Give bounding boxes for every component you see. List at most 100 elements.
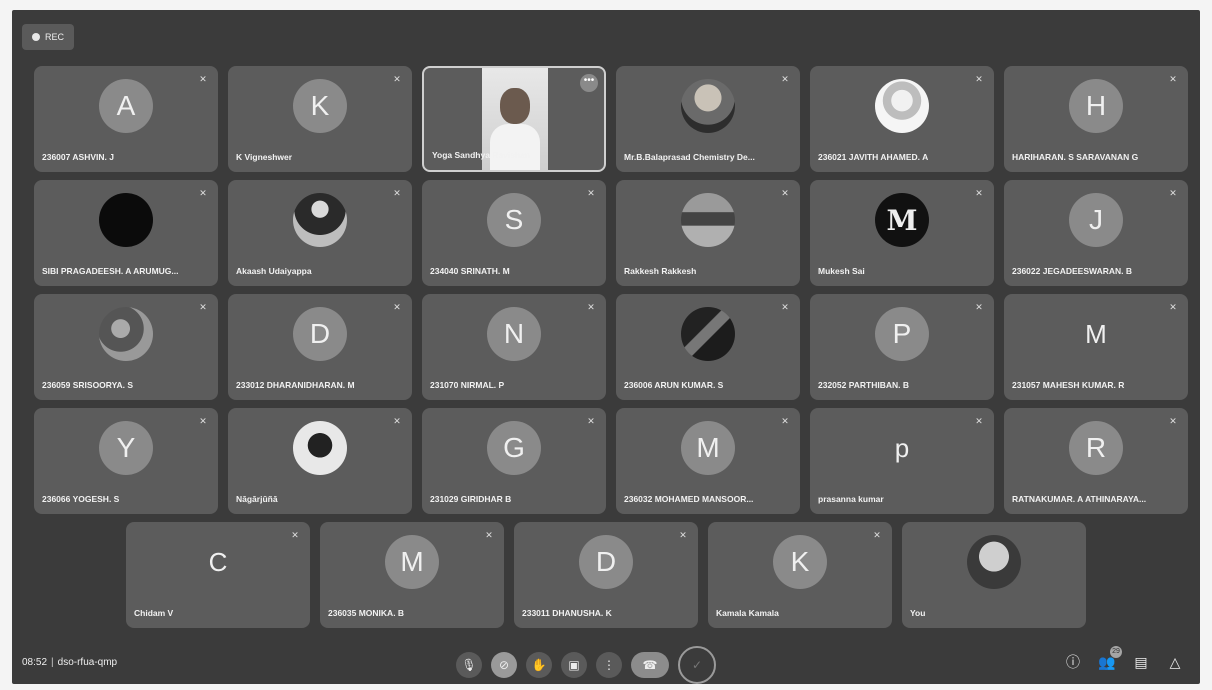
participant-tile[interactable]: H ✕ HARIHARAN. S SARAVANAN G xyxy=(1004,66,1188,172)
meeting-info: 08:52 | dso-rfua-qmp xyxy=(22,657,117,668)
mic-off-icon: ✕ xyxy=(781,416,789,426)
mic-off-icon: ✕ xyxy=(199,416,207,426)
participant-tile[interactable]: A ✕ 236007 ASHVIN. J xyxy=(34,66,218,172)
participant-tile[interactable]: K ✕ Kamala Kamala xyxy=(708,522,892,628)
avatar: M xyxy=(1085,318,1107,349)
info-button[interactable]: ⓘ xyxy=(1064,652,1082,672)
participant-tile[interactable]: P ✕ 232052 PARTHIBAN. B xyxy=(810,294,994,400)
participant-tile[interactable]: G ✕ 231029 GIRIDHAR B xyxy=(422,408,606,514)
participant-tile[interactable]: K ✕ K Vigneshwer xyxy=(228,66,412,172)
mic-off-icon: ✕ xyxy=(975,416,983,426)
participant-tile-active-video[interactable]: ••• Yoga Sandhya Ravishan xyxy=(422,66,606,172)
participant-name: 233011 DHANUSHA. K xyxy=(522,608,612,618)
avatar: M xyxy=(681,421,735,475)
participant-tile[interactable]: C ✕ Chidam V xyxy=(126,522,310,628)
mic-off-icon: ✕ xyxy=(291,530,299,540)
leave-call-button[interactable]: ☎ xyxy=(631,652,669,678)
participant-tile[interactable]: ✕ Mr.B.Balaprasad Chemistry De... xyxy=(616,66,800,172)
avatar-photo xyxy=(681,79,735,133)
check-icon: ✓ xyxy=(691,658,703,672)
participant-name: 231057 MAHESH KUMAR. R xyxy=(1012,380,1125,390)
mic-off-icon: ✕ xyxy=(587,302,595,312)
participants-count-badge: 29 xyxy=(1110,645,1122,658)
mic-off-icon: ✕ xyxy=(1169,74,1177,84)
phone-hangup-icon: ☎ xyxy=(642,658,658,672)
participant-name: 236021 JAVITH AHAMED. A xyxy=(818,152,929,162)
participant-name: 231029 GIRIDHAR B xyxy=(430,494,512,504)
participant-tile[interactable]: ✕ Nāgārjūñā xyxy=(228,408,412,514)
participant-name: SIBI PRAGADEESH. A ARUMUG... xyxy=(42,266,179,276)
recording-indicator: REC xyxy=(22,24,75,50)
avatar-photo xyxy=(293,421,347,475)
participant-tile[interactable]: D ✕ 233012 DHARANIDHARAN. M xyxy=(228,294,412,400)
avatar: S xyxy=(487,193,541,247)
participant-name: prasanna kumar xyxy=(818,494,884,504)
microphone-icon: 🎙 xyxy=(461,658,477,672)
participant-tile[interactable]: N ✕ 231070 NIRMAL. P xyxy=(422,294,606,400)
participant-name: Rakkesh Rakkesh xyxy=(624,266,697,276)
avatar: D xyxy=(579,535,633,589)
mic-off-icon: ✕ xyxy=(781,188,789,198)
mic-off-icon: ✕ xyxy=(781,74,789,84)
mic-off-icon: ✕ xyxy=(1169,302,1177,312)
participant-name: 236006 ARUN KUMAR. S xyxy=(624,380,724,390)
participant-tile[interactable]: M ✕ 231057 MAHESH KUMAR. R xyxy=(1004,294,1188,400)
raise-hand-button[interactable]: ✋ xyxy=(526,652,552,678)
participant-tile[interactable]: D ✕ 233011 DHANUSHA. K xyxy=(514,522,698,628)
participant-tile[interactable]: p ✕ prasanna kumar xyxy=(810,408,994,514)
avatar: p xyxy=(894,432,910,463)
participant-tile[interactable]: ✕ Akaash Udaiyappa xyxy=(228,180,412,286)
participant-tile[interactable]: S ✕ 234040 SRINATH. M xyxy=(422,180,606,286)
participant-tile[interactable]: ✕ 236059 SRISOORYA. S xyxy=(34,294,218,400)
chat-button[interactable]: ▤ xyxy=(1132,654,1150,671)
camera-off-button[interactable]: ⊘ xyxy=(491,652,517,678)
mic-off-icon: ✕ xyxy=(975,188,983,198)
participant-name: Kamala Kamala xyxy=(716,608,779,618)
mic-off-icon: ✕ xyxy=(781,302,789,312)
avatar-photo xyxy=(681,193,735,247)
participant-tile[interactable]: ✕ 236021 JAVITH AHAMED. A xyxy=(810,66,994,172)
meeting-time: 08:52 xyxy=(22,656,48,668)
participant-name: 236032 MOHAMED MANSOOR... xyxy=(624,494,754,504)
participant-tile[interactable]: ✕ Rakkesh Rakkesh xyxy=(616,180,800,286)
participant-name: Akaash Udaiyappa xyxy=(236,266,312,276)
participant-name: Yoga Sandhya Ravishan xyxy=(432,150,531,160)
avatar-photo xyxy=(99,307,153,361)
participant-tile[interactable]: M ✕ 236032 MOHAMED MANSOOR... xyxy=(616,408,800,514)
mic-off-icon: ✕ xyxy=(199,302,207,312)
participant-name: Nāgārjūñā xyxy=(236,494,278,504)
more-options-button[interactable]: ⋮ xyxy=(596,652,622,678)
activities-icon: △ xyxy=(1169,653,1181,670)
confirm-button[interactable]: ✓ xyxy=(678,646,716,684)
participant-name: 234040 SRINATH. M xyxy=(430,266,510,276)
participant-name: 233012 DHARANIDHARAN. M xyxy=(236,380,355,390)
participant-name: 236022 JEGADEESWARAN. B xyxy=(1012,266,1132,276)
mic-off-icon: ✕ xyxy=(393,74,401,84)
activities-button[interactable]: △ xyxy=(1166,654,1184,671)
mic-off-icon: ✕ xyxy=(393,302,401,312)
record-dot-icon xyxy=(32,33,40,41)
avatar-photo xyxy=(875,79,929,133)
participant-tile[interactable]: M ✕ Mukesh Sai xyxy=(810,180,994,286)
participant-name: Chidam V xyxy=(134,608,174,618)
participant-tile[interactable]: Y ✕ 236066 YOGESH. S xyxy=(34,408,218,514)
participant-name: 236007 ASHVIN. J xyxy=(42,152,114,162)
self-tile[interactable]: You xyxy=(902,522,1086,628)
participant-tile[interactable]: R ✕ RATNAKUMAR. A ATHINARAYA... xyxy=(1004,408,1188,514)
mic-off-icon: ✕ xyxy=(587,416,595,426)
participant-tile[interactable]: M ✕ 236035 MONIKA. B xyxy=(320,522,504,628)
avatar: J xyxy=(1069,193,1123,247)
microphone-button[interactable]: 🎙 xyxy=(456,652,482,678)
camera-off-icon: ⊘ xyxy=(498,658,510,672)
info-separator: | xyxy=(51,656,54,668)
participant-tile[interactable]: ✕ 236006 ARUN KUMAR. S xyxy=(616,294,800,400)
participant-tile[interactable]: J ✕ 236022 JEGADEESWARAN. B xyxy=(1004,180,1188,286)
present-screen-button[interactable]: ▣ xyxy=(561,652,587,678)
mic-off-icon: ✕ xyxy=(199,188,207,198)
more-options-icon[interactable]: ••• xyxy=(580,74,598,92)
participant-name: 236059 SRISOORYA. S xyxy=(42,380,134,390)
participant-tile[interactable]: ✕ SIBI PRAGADEESH. A ARUMUG... xyxy=(34,180,218,286)
avatar: D xyxy=(293,307,347,361)
mic-off-icon: ✕ xyxy=(587,188,595,198)
participants-button[interactable]: 👥 29 xyxy=(1098,645,1122,671)
